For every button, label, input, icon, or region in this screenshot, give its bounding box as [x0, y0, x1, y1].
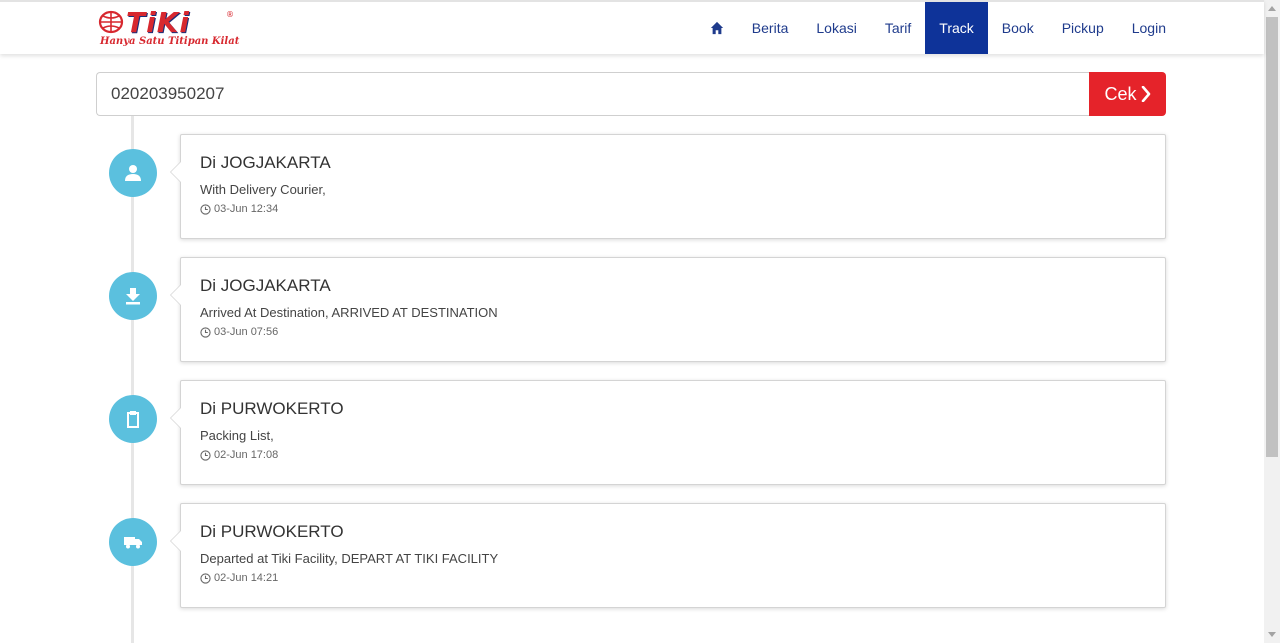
home-icon	[710, 21, 723, 35]
logo-wordmark: TiKi	[98, 6, 190, 39]
cek-button-label: Cek	[1104, 83, 1137, 104]
timeline-timestamp: 03-Jun 12:34	[214, 203, 279, 215]
clock-icon	[200, 572, 211, 584]
globe-icon	[98, 10, 124, 34]
arrow-down-icon	[1268, 632, 1276, 637]
nav-berita[interactable]: Berita	[738, 2, 803, 54]
timeline-description: Packing List,	[200, 428, 274, 443]
timeline-location: Di JOGJAKARTA	[200, 276, 331, 295]
tiki-logo[interactable]: TiKi ® Hanya Satu Titipan Kilat	[98, 6, 240, 50]
timeline-timestamp: 02-Jun 17:08	[214, 449, 279, 461]
registered-mark: ®	[226, 10, 234, 19]
clock-icon	[200, 449, 211, 461]
timeline-description: With Delivery Courier,	[200, 182, 326, 197]
clipboard-icon	[109, 395, 157, 443]
timeline-location: Di JOGJAKARTA	[200, 153, 331, 172]
truck-icon	[109, 518, 157, 566]
timeline-timestamp: 03-Jun 07:56	[214, 326, 279, 338]
timeline-card: Di PURWOKERTO Packing List, 02-Jun 17:08	[170, 380, 1166, 485]
clock-icon	[200, 203, 211, 215]
timeline-description: Departed at Tiki Facility, DEPART AT TIK…	[200, 551, 499, 566]
cek-button[interactable]: Cek	[1089, 72, 1166, 116]
nav-lokasi[interactable]: Lokasi	[802, 2, 870, 54]
page-scrollbar[interactable]	[1264, 0, 1280, 643]
arrow-up-icon	[1268, 6, 1276, 11]
timeline-time: 03-Jun 07:56	[200, 326, 278, 338]
user-icon	[109, 149, 157, 197]
timeline-location: Di PURWOKERTO	[200, 522, 344, 541]
download-icon	[109, 272, 157, 320]
timeline-time: 03-Jun 12:34	[200, 203, 278, 215]
nav-track[interactable]: Track	[925, 2, 988, 54]
chevron-right-icon	[1141, 86, 1150, 102]
timeline-description: Arrived At Destination, ARRIVED AT DESTI…	[200, 305, 498, 320]
timeline-card: Di PURWOKERTO Departed at Tiki Facility,…	[170, 503, 1166, 608]
timeline-item: Di PURWOKERTO Departed at Tiki Facility,…	[0, 503, 1180, 608]
timeline-item: Di PURWOKERTO Packing List, 02-Jun 17:08	[0, 380, 1180, 485]
tracking-number-input[interactable]	[96, 72, 1089, 116]
scroll-thumb[interactable]	[1266, 17, 1278, 457]
timeline-card: Di JOGJAKARTA With Delivery Courier, 03-…	[170, 134, 1166, 239]
timeline-item: Di JOGJAKARTA With Delivery Courier, 03-…	[0, 134, 1180, 239]
main-nav: Berita Lokasi Tarif Track Book Pickup Lo…	[696, 2, 1180, 54]
timeline-location: Di PURWOKERTO	[200, 399, 344, 418]
timeline-time: 02-Jun 14:21	[200, 572, 278, 584]
timeline-time: 02-Jun 17:08	[200, 449, 278, 461]
tracking-search: Cek	[96, 72, 1166, 116]
nav-login[interactable]: Login	[1118, 2, 1180, 54]
logo-text: TiKi	[126, 6, 190, 39]
timeline-timestamp: 02-Jun 14:21	[214, 572, 279, 584]
nav-home[interactable]	[696, 2, 738, 54]
nav-book[interactable]: Book	[988, 2, 1048, 54]
timeline-card: Di JOGJAKARTA Arrived At Destination, AR…	[170, 257, 1166, 362]
clock-icon	[200, 326, 211, 338]
logo-tagline: Hanya Satu Titipan Kilat	[100, 36, 240, 47]
navbar: TiKi ® Hanya Satu Titipan Kilat Berita L…	[0, 0, 1264, 54]
nav-tarif[interactable]: Tarif	[871, 2, 925, 54]
nav-pickup[interactable]: Pickup	[1048, 2, 1118, 54]
timeline-item: Di JOGJAKARTA Arrived At Destination, AR…	[0, 257, 1180, 362]
scroll-down-button[interactable]	[1264, 626, 1280, 643]
scroll-up-button[interactable]	[1264, 0, 1280, 17]
